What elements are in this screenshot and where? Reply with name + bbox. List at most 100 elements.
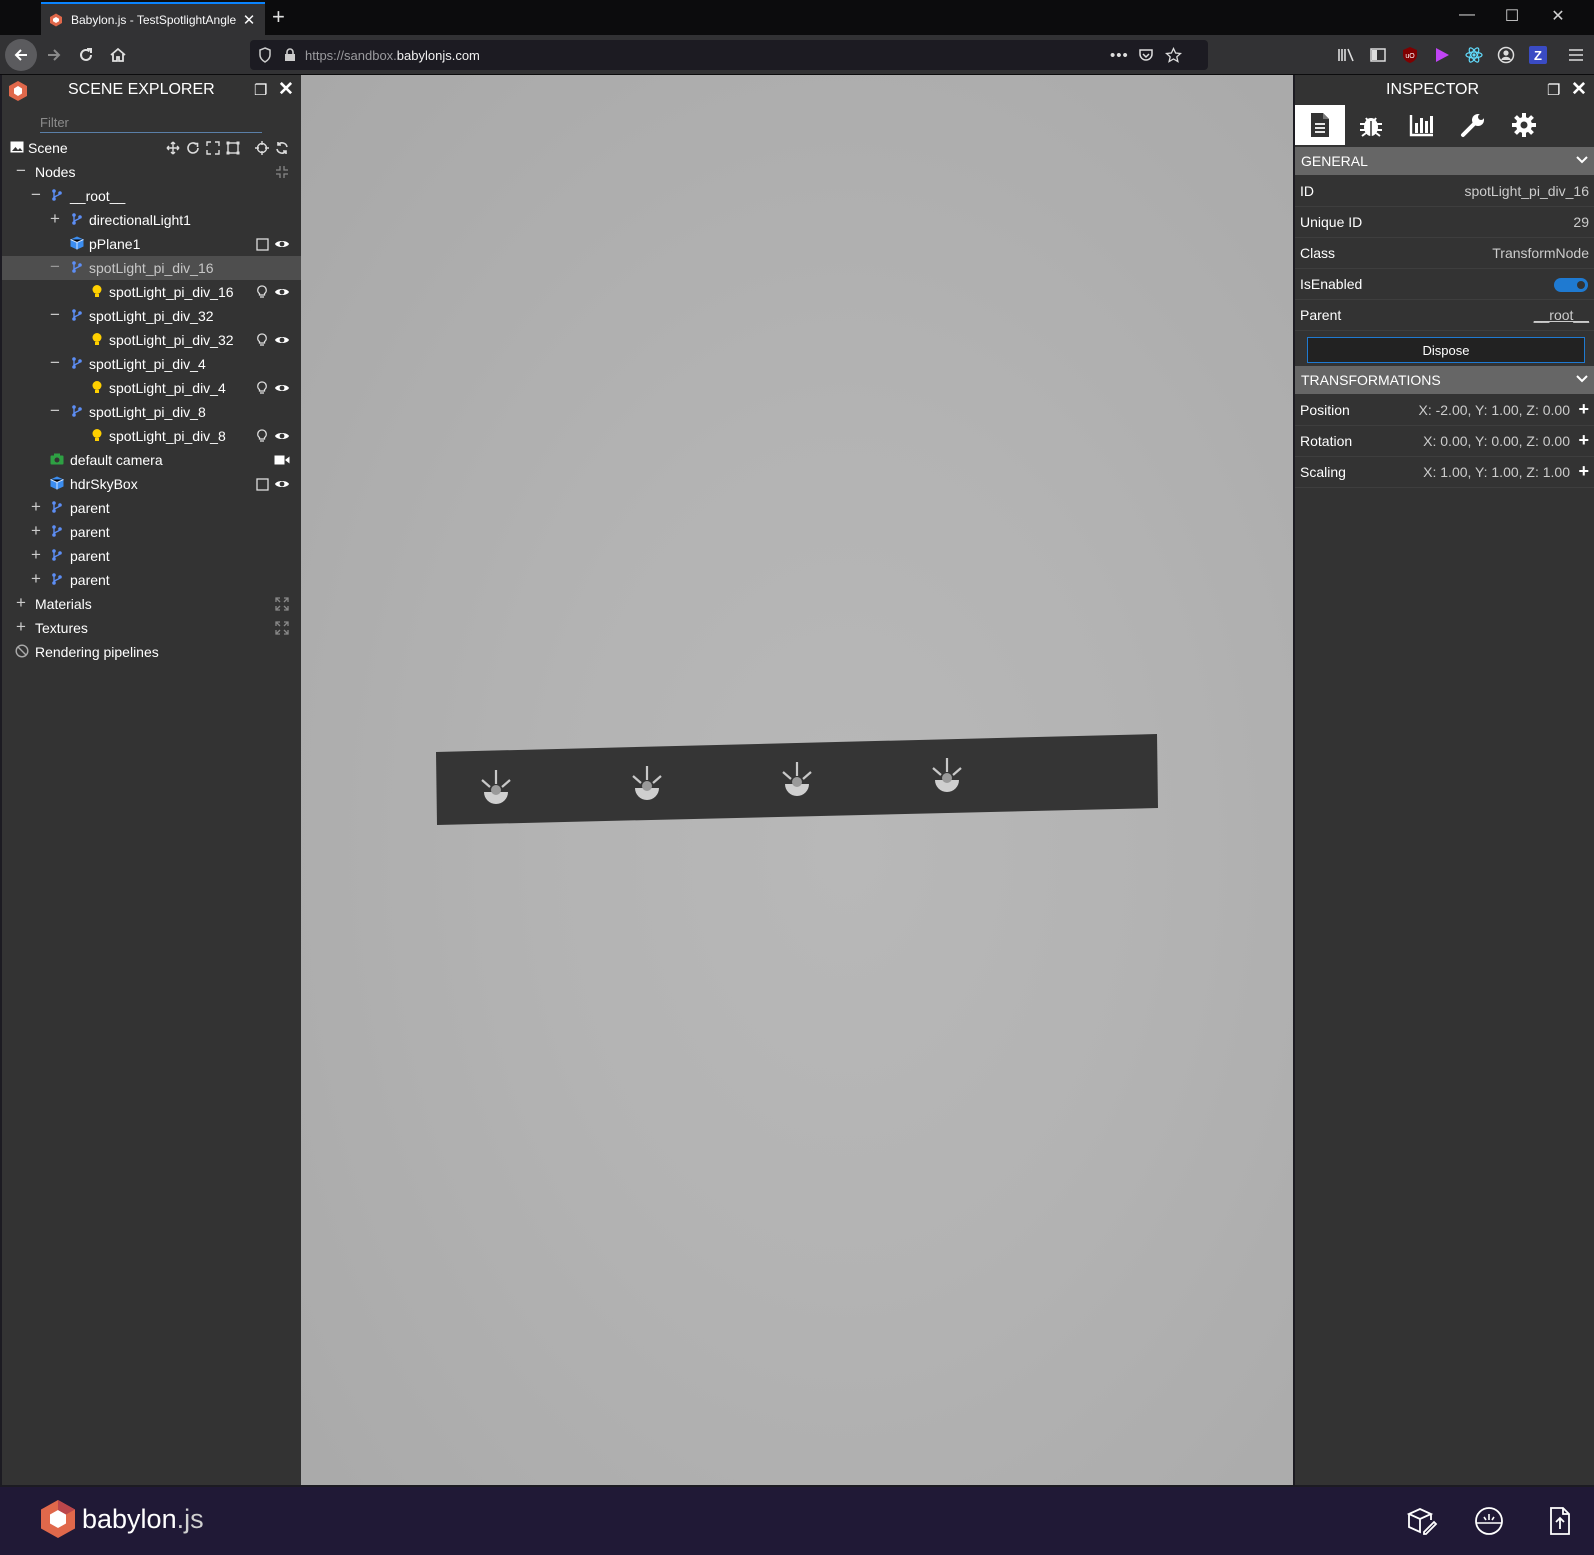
tree-item-spotlight-pi-div-16-selected[interactable]: − spotLight_pi_div_16	[2, 256, 301, 280]
bounding-box-toggle-icon[interactable]	[254, 476, 270, 492]
expand-all-icon[interactable]	[274, 620, 290, 636]
tab-close-icon[interactable]: ✕	[241, 11, 257, 29]
ublock-icon[interactable]: uO	[1400, 45, 1420, 65]
undock-icon[interactable]: ❐	[1547, 81, 1560, 99]
scene-row[interactable]: Scene	[2, 136, 301, 160]
tab-properties[interactable]	[1295, 105, 1345, 145]
library-icon[interactable]	[1336, 45, 1356, 65]
translate-gizmo-icon[interactable]	[165, 140, 181, 156]
video-camera-icon[interactable]	[274, 452, 290, 468]
tree-item-nodes[interactable]: − Nodes	[2, 160, 301, 184]
collapse-icon[interactable]: −	[13, 162, 29, 180]
zotero-icon[interactable]: Z	[1528, 45, 1548, 65]
filter-input[interactable]	[40, 113, 262, 133]
close-icon[interactable]: ✕	[1571, 78, 1587, 101]
isenabled-toggle[interactable]	[1554, 278, 1588, 292]
tree-item-pplane1[interactable]: pPlane1	[2, 232, 301, 256]
expand-icon[interactable]: +	[13, 618, 29, 636]
tree-item-parent[interactable]: + parent	[2, 568, 301, 592]
inspector-toggle-icon[interactable]	[1406, 1505, 1438, 1537]
eye-icon[interactable]	[274, 476, 290, 492]
tree-item-spotlight-pi-div-16-light[interactable]: spotLight_pi_div_16	[2, 280, 301, 304]
close-window-button[interactable]: ✕	[1548, 6, 1568, 26]
collapse-icon[interactable]: −	[47, 402, 63, 420]
picking-crosshair-icon[interactable]	[254, 140, 270, 156]
skybox-environment-icon[interactable]	[1473, 1505, 1505, 1537]
collapse-icon[interactable]: −	[47, 306, 63, 324]
parent-link[interactable]: __root__	[1534, 307, 1589, 323]
expand-icon[interactable]: +	[28, 570, 44, 588]
tree-item-spotlight-pi-div-8-light[interactable]: spotLight_pi_div_8	[2, 424, 301, 448]
account-icon[interactable]	[1496, 45, 1516, 65]
pocket-icon[interactable]	[1138, 47, 1154, 63]
back-button[interactable]	[5, 39, 37, 71]
tree-item-hdrskybox[interactable]: hdrSkyBox	[2, 472, 301, 496]
play-extension-icon[interactable]	[1432, 45, 1452, 65]
tree-item-root[interactable]: − __root__	[2, 184, 301, 208]
tree-item-parent[interactable]: + parent	[2, 496, 301, 520]
sidebar-icon[interactable]	[1368, 45, 1388, 65]
tree-item-rendering-pipelines[interactable]: Rendering pipelines	[2, 640, 301, 664]
render-canvas[interactable]	[301, 75, 1293, 1485]
more-actions-icon[interactable]: •••	[1110, 47, 1129, 64]
tree-item-materials[interactable]: + Materials	[2, 592, 301, 616]
refresh-icon[interactable]	[274, 140, 290, 156]
reload-button[interactable]	[70, 39, 102, 71]
expand-icon[interactable]: +	[28, 522, 44, 540]
tree-item-spotlight-pi-div-4[interactable]: − spotLight_pi_div_4	[2, 352, 301, 376]
expand-vector-icon[interactable]: +	[1578, 399, 1589, 420]
scale-gizmo-icon[interactable]	[205, 140, 221, 156]
expand-vector-icon[interactable]: +	[1578, 430, 1589, 451]
expand-all-icon[interactable]	[274, 596, 290, 612]
undock-icon[interactable]: ❐	[254, 81, 267, 99]
tab-tools[interactable]	[1448, 105, 1498, 145]
light-gizmo-icon[interactable]	[254, 380, 270, 396]
tree-item-spotlight-pi-div-32[interactable]: − spotLight_pi_div_32	[2, 304, 301, 328]
tree-item-parent[interactable]: + parent	[2, 520, 301, 544]
url-bar[interactable]: https://sandbox. babylonjs.com •••	[250, 40, 1208, 70]
menu-icon[interactable]	[1566, 45, 1586, 65]
new-tab-button[interactable]: +	[272, 4, 285, 30]
light-gizmo-icon[interactable]	[254, 284, 270, 300]
tab-settings[interactable]	[1499, 105, 1549, 145]
tree-item-directional-light[interactable]: + directionalLight1	[2, 208, 301, 232]
light-gizmo-icon[interactable]	[254, 332, 270, 348]
tree-item-textures[interactable]: + Textures	[2, 616, 301, 640]
expand-icon[interactable]: +	[47, 210, 63, 228]
tree-item-parent[interactable]: + parent	[2, 544, 301, 568]
file-upload-icon[interactable]	[1544, 1505, 1576, 1537]
tab-debug[interactable]	[1346, 105, 1396, 145]
collapse-icon[interactable]: −	[47, 258, 63, 276]
dispose-button[interactable]: Dispose	[1307, 337, 1585, 363]
expand-vector-icon[interactable]: +	[1578, 461, 1589, 482]
collapse-icon[interactable]: −	[28, 186, 44, 204]
tab-statistics[interactable]	[1397, 105, 1447, 145]
expand-icon[interactable]: +	[28, 498, 44, 516]
maximize-button[interactable]: ☐	[1502, 6, 1522, 26]
bookmark-star-icon[interactable]	[1165, 46, 1182, 64]
collapse-all-icon[interactable]	[274, 164, 290, 180]
eye-icon[interactable]	[274, 380, 290, 396]
eye-icon[interactable]	[274, 236, 290, 252]
close-icon[interactable]: ✕	[278, 78, 294, 101]
babylon-brand[interactable]: babylon.js	[40, 1499, 204, 1539]
browser-tab[interactable]: Babylon.js - TestSpotlightAngle ✕	[41, 2, 265, 35]
rotate-gizmo-icon[interactable]	[185, 140, 201, 156]
expand-icon[interactable]: +	[28, 546, 44, 564]
minimize-button[interactable]: —	[1457, 6, 1477, 24]
tree-item-spotlight-pi-div-32-light[interactable]: spotLight_pi_div_32	[2, 328, 301, 352]
collapse-icon[interactable]: −	[47, 354, 63, 372]
eye-icon[interactable]	[274, 284, 290, 300]
light-gizmo-icon[interactable]	[254, 428, 270, 444]
bounding-box-gizmo-icon[interactable]	[225, 140, 241, 156]
eye-icon[interactable]	[274, 332, 290, 348]
eye-icon[interactable]	[274, 428, 290, 444]
tree-item-spotlight-pi-div-4-light[interactable]: spotLight_pi_div_4	[2, 376, 301, 400]
tree-item-spotlight-pi-div-8[interactable]: − spotLight_pi_div_8	[2, 400, 301, 424]
tree-item-default-camera[interactable]: default camera	[2, 448, 301, 472]
forward-button[interactable]	[38, 39, 70, 71]
section-transformations-header[interactable]: TRANSFORMATIONS	[1295, 366, 1594, 394]
expand-icon[interactable]: +	[13, 594, 29, 612]
bounding-box-toggle-icon[interactable]	[254, 236, 270, 252]
home-button[interactable]	[102, 39, 134, 71]
